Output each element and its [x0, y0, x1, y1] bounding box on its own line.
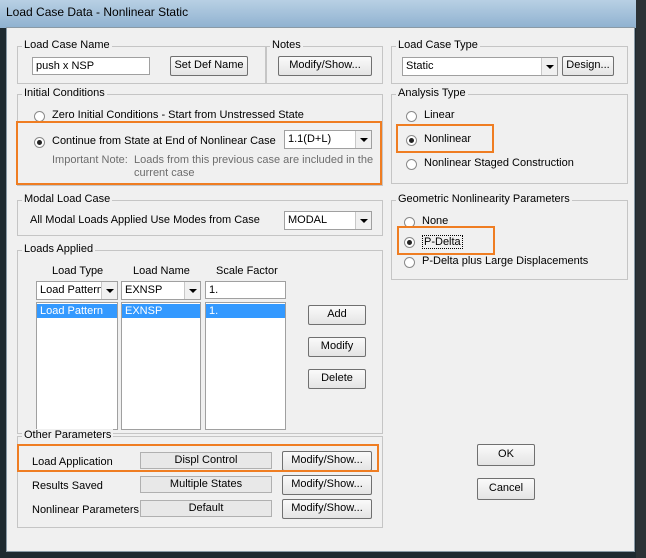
- load-case-name-group: Load Case Name push x NSP Set Def Name: [17, 39, 267, 84]
- scale-factor-input[interactable]: 1.: [205, 281, 286, 299]
- load-case-dialog: Load Case Data - Nonlinear Static Load C…: [0, 0, 646, 558]
- notes-label: Notes: [270, 39, 303, 51]
- zero-initial-label: Zero Initial Conditions - Start from Uns…: [52, 109, 304, 121]
- dialog-client-area: Load Case Name push x NSP Set Def Name N…: [6, 27, 635, 552]
- nonlinear-staged-radio[interactable]: [406, 159, 417, 170]
- modify-button[interactable]: Modify: [308, 337, 366, 357]
- nonlinear-staged-label: Nonlinear Staged Construction: [424, 157, 574, 169]
- results-saved-label: Results Saved: [32, 480, 103, 492]
- load-name-select[interactable]: EXNSP: [121, 281, 201, 300]
- list-item[interactable]: Load Pattern: [37, 304, 117, 318]
- load-name-value: EXNSP: [125, 284, 163, 296]
- modal-load-case-label: Modal Load Case: [22, 193, 113, 205]
- design-button[interactable]: Design...: [562, 56, 614, 76]
- background-strip: [636, 0, 646, 558]
- load-type-list[interactable]: Load Pattern: [36, 302, 118, 430]
- results-saved-value: Multiple States: [140, 476, 272, 493]
- linear-radio[interactable]: [406, 111, 417, 122]
- pdelta-large-label: P-Delta plus Large Displacements: [422, 255, 589, 267]
- notes-group: Notes Modify/Show...: [265, 39, 383, 84]
- chevron-down-icon: [184, 282, 200, 299]
- modal-case-select[interactable]: MODAL: [284, 211, 372, 230]
- chevron-down-icon: [101, 282, 117, 299]
- ok-button[interactable]: OK: [477, 444, 535, 466]
- window-title: Load Case Data - Nonlinear Static: [6, 5, 189, 19]
- load-case-type-group: Load Case Type Static Design...: [391, 39, 628, 84]
- load-name-list[interactable]: EXNSP: [121, 302, 201, 430]
- load-type-header: Load Type: [52, 265, 104, 277]
- add-button[interactable]: Add: [308, 305, 366, 325]
- chevron-down-icon: [541, 58, 557, 75]
- load-case-type-select[interactable]: Static: [402, 57, 558, 76]
- nonlinear-parameters-value: Default: [140, 500, 272, 517]
- modal-case-value: MODAL: [288, 214, 328, 226]
- highlight-load-application: [17, 444, 379, 472]
- geometric-nonlinearity-label: Geometric Nonlinearity Parameters: [396, 193, 572, 205]
- scale-factor-header: Scale Factor: [216, 265, 278, 277]
- highlight-pdelta: [397, 226, 495, 255]
- modal-load-case-group: Modal Load Case All Modal Loads Applied …: [17, 193, 383, 236]
- cancel-button[interactable]: Cancel: [477, 478, 535, 500]
- load-case-type-value: Static: [406, 60, 434, 72]
- load-name-header: Load Name: [133, 265, 190, 277]
- nonlinear-parameters-label: Nonlinear Parameters: [32, 504, 139, 516]
- load-case-type-label: Load Case Type: [396, 39, 480, 51]
- delete-button[interactable]: Delete: [308, 369, 366, 389]
- other-parameters-label: Other Parameters: [22, 429, 114, 441]
- scale-factor-list[interactable]: 1.: [205, 302, 286, 430]
- load-case-name-input[interactable]: push x NSP: [32, 57, 150, 75]
- pdelta-large-radio[interactable]: [404, 257, 415, 268]
- highlight-continue-from-state: [16, 121, 382, 185]
- load-type-value: Load Pattern: [40, 284, 103, 296]
- results-saved-modify-button[interactable]: Modify/Show...: [282, 475, 372, 495]
- load-type-select[interactable]: Load Pattern: [36, 281, 118, 300]
- list-item[interactable]: 1.: [206, 304, 285, 318]
- initial-conditions-label: Initial Conditions: [22, 87, 107, 99]
- set-def-name-button[interactable]: Set Def Name: [170, 56, 248, 76]
- analysis-type-label: Analysis Type: [396, 87, 468, 99]
- linear-label: Linear: [424, 109, 455, 121]
- loads-applied-label: Loads Applied: [22, 243, 96, 255]
- chevron-down-icon: [355, 212, 371, 229]
- nonlinear-parameters-modify-button[interactable]: Modify/Show...: [282, 499, 372, 519]
- highlight-nonlinear: [396, 124, 494, 153]
- loads-applied-group: Loads Applied Load Type Load Name Scale …: [17, 243, 383, 434]
- list-item[interactable]: EXNSP: [122, 304, 200, 318]
- load-case-name-label: Load Case Name: [22, 39, 112, 51]
- modal-load-case-text: All Modal Loads Applied Use Modes from C…: [30, 214, 260, 226]
- title-bar: Load Case Data - Nonlinear Static: [0, 0, 646, 28]
- notes-modify-show-button[interactable]: Modify/Show...: [278, 56, 372, 76]
